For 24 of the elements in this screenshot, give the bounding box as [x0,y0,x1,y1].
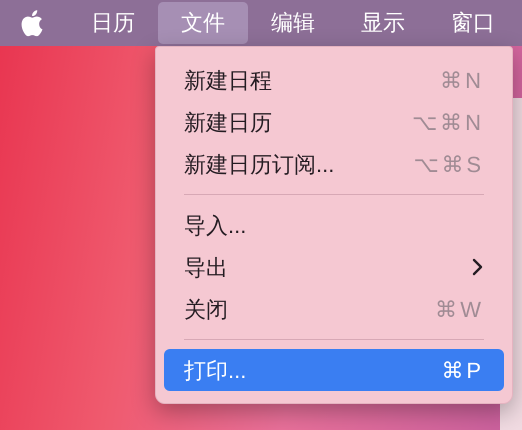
menu-item-label: 新建日历订阅... [184,150,334,178]
menu-item-label: 导出 [184,254,228,282]
menu-item-label: 关闭 [184,296,228,324]
menu-item[interactable]: 导出 [164,246,504,288]
shortcut-text: ⌘P [441,356,484,384]
menu-item-label: 打印... [184,356,246,384]
chevron-right-icon [472,258,484,276]
menu-bar-item[interactable]: 日历 [68,2,158,44]
menu-item[interactable]: 新建日程 ⌘N [164,59,504,101]
menu-item-label: 新建日程 [184,66,272,94]
menu-item[interactable]: 新建日历 ⌥⌘N [164,101,504,143]
menu-item-label: 导入... [184,212,246,240]
menu-item[interactable]: 新建日历订阅... ⌥⌘S [164,143,504,185]
menu-item[interactable]: 关闭 ⌘W [164,288,504,330]
menu-item-label: 新建日历 [184,108,272,136]
shortcut-text: ⌘W [435,296,484,324]
menu-bar-item[interactable]: 窗口 [428,2,518,44]
menu-item[interactable]: 导入... [164,204,504,246]
menu-bar-item[interactable]: 显示 [338,2,428,44]
shortcut-text: ⌥⌘S [413,150,484,178]
menu-item[interactable]: 打印... ⌘P [164,349,504,391]
shortcut-text: ⌘N [440,66,484,94]
menu-bar-item[interactable]: 编辑 [248,2,338,44]
shortcut-text: ⌥⌘N [412,108,484,136]
